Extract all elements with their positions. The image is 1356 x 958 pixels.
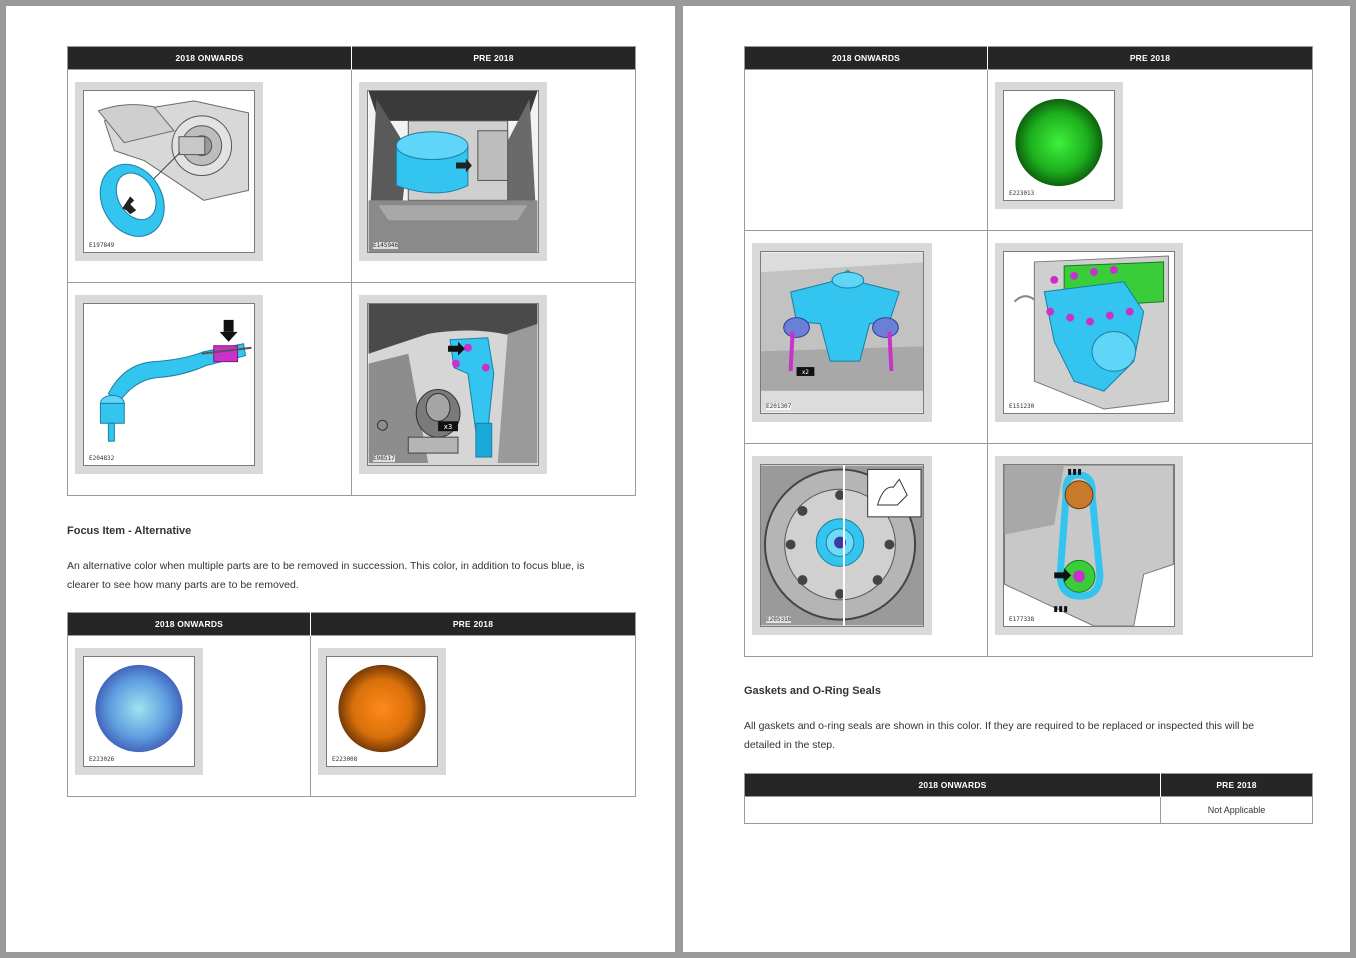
table-cell: E151230 <box>987 230 1313 444</box>
timing-chain-illustration <box>1004 465 1174 626</box>
section-title: Gaskets and O-Ring Seals <box>744 685 881 697</box>
table-cell: E223008 <box>310 635 636 797</box>
table-cell-empty <box>744 796 1161 824</box>
table-cell: E197849 <box>67 69 352 283</box>
column-header-2018-onwards: 2018 ONWARDS <box>744 46 988 70</box>
column-header-2018-onwards: 2018 ONWARDS <box>67 612 311 636</box>
comparison-table-2: 2018 ONWARDS PRE 2018 Not Applicable <box>744 773 1313 824</box>
table-cell: E204832 <box>67 282 352 496</box>
figure-frame: E151230 <box>995 243 1183 422</box>
not-applicable-cell: Not Applicable <box>1160 796 1313 824</box>
figure-frame: E223013 <box>995 82 1123 209</box>
comparison-table-2: 2018 ONWARDS PRE 2018 E223026 E223008 <box>67 612 636 797</box>
table-cell: E145946 <box>351 69 636 283</box>
figure-exhaust-manifold-image: E151230 <box>1003 251 1175 414</box>
column-header-pre-2018: PRE 2018 <box>310 612 636 636</box>
subframe-mount-illustration: x2 <box>761 252 923 413</box>
comparison-table-1: 2018 ONWARDS PRE 2018 <box>744 46 1313 657</box>
document-page-left: 2018 ONWARDS PRE 2018 E197849 E145946 E2… <box>6 6 675 952</box>
figure-frame: E145946 <box>359 82 547 261</box>
luggage-compartment-illustration <box>368 91 538 252</box>
column-header-2018-onwards: 2018 ONWARDS <box>67 46 352 70</box>
callout-label: x2 <box>802 370 809 376</box>
figure-blue-sphere-image: E223026 <box>83 656 195 767</box>
column-header-pre-2018: PRE 2018 <box>1160 773 1313 797</box>
figure-frame: E223008 <box>318 648 446 775</box>
table-cell-empty <box>744 69 988 231</box>
table-cell: E223026 <box>67 635 311 797</box>
figure-id: E197849 <box>89 242 115 249</box>
pedal-bracket-illustration: x3 <box>368 304 538 465</box>
crank-pulley-illustration <box>761 465 923 626</box>
column-header-pre-2018: PRE 2018 <box>351 46 636 70</box>
figure-link-arm-image: E204832 <box>83 303 255 466</box>
comparison-table-1: 2018 ONWARDS PRE 2018 <box>67 46 636 496</box>
green-sphere-swatch <box>1015 98 1103 187</box>
figure-oil-seal-image: E197849 <box>83 90 255 253</box>
figure-id: E223008 <box>332 756 358 763</box>
document-page-right: 2018 ONWARDS PRE 2018 E223013 x2 E201307… <box>683 6 1350 952</box>
figure-frame: E177338 <box>995 456 1183 635</box>
column-header-pre-2018: PRE 2018 <box>987 46 1313 70</box>
link-arm-illustration <box>84 304 254 465</box>
figure-id: E223013 <box>1009 190 1035 197</box>
table-cell: x3 E98517 <box>351 282 636 496</box>
orange-sphere-swatch <box>338 664 426 753</box>
table-cell: x2 E201307 <box>744 230 988 444</box>
figure-id: E145946 <box>373 242 399 249</box>
section-paragraph: All gaskets and o-ring seals are shown i… <box>744 720 1255 751</box>
figure-frame: E197849 <box>75 82 263 261</box>
table-cell: E205316 <box>744 443 988 657</box>
callout-label: x3 <box>444 423 453 431</box>
table-cell: E177338 <box>987 443 1313 657</box>
figure-frame: E223026 <box>75 648 203 775</box>
figure-orange-sphere-image: E223008 <box>326 656 438 767</box>
section-paragraph: An alternative color when multiple parts… <box>67 560 585 591</box>
figure-id: E177338 <box>1009 616 1035 623</box>
column-header-2018-onwards: 2018 ONWARDS <box>744 773 1161 797</box>
figure-id: E201307 <box>766 403 792 410</box>
figure-frame: x3 E98517 <box>359 295 547 474</box>
figure-subframe-mount-image: x2 E201307 <box>760 251 924 414</box>
figure-id: E223026 <box>89 756 115 763</box>
figure-pedal-bracket-image: x3 E98517 <box>367 303 539 466</box>
exhaust-manifold-illustration <box>1004 252 1174 413</box>
figure-id: E205316 <box>766 616 792 623</box>
oil-seal-illustration <box>84 91 254 252</box>
table-cell: E223013 <box>987 69 1313 231</box>
figure-frame: E204832 <box>75 295 263 474</box>
figure-id: E151230 <box>1009 403 1035 410</box>
blue-sphere-swatch <box>95 664 183 753</box>
figure-timing-chain-image: E177338 <box>1003 464 1175 627</box>
figure-frame: x2 E201307 <box>752 243 932 422</box>
figure-crank-pulley-image: E205316 <box>760 464 924 627</box>
figure-luggage-image: E145946 <box>367 90 539 253</box>
figure-frame: E205316 <box>752 456 932 635</box>
section-title: Focus Item - Alternative <box>67 525 192 537</box>
figure-id: E204832 <box>89 455 115 462</box>
figure-id: E98517 <box>373 455 395 462</box>
figure-green-sphere-image: E223013 <box>1003 90 1115 201</box>
